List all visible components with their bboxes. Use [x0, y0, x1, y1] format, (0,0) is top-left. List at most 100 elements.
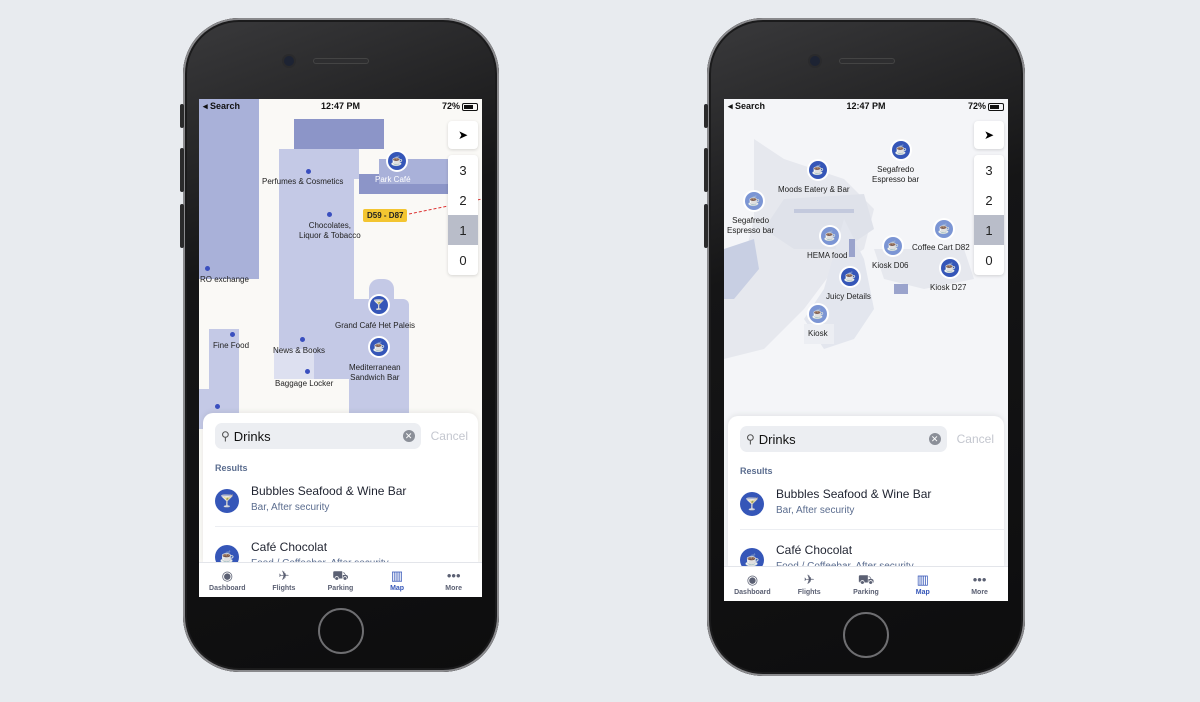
battery-icon: [462, 102, 478, 111]
home-button[interactable]: [318, 608, 364, 654]
battery-icon: [988, 102, 1004, 111]
poi-dot: [306, 169, 311, 174]
poi-label-kiosk[interactable]: Kiosk: [808, 329, 828, 339]
plane-icon: ✈: [803, 571, 815, 587]
divider: [740, 529, 1004, 530]
coffee-cup-icon[interactable]: ☕: [884, 237, 902, 255]
tab-dashboard[interactable]: ◉ Dashboard: [724, 567, 781, 601]
poi-label-perfumes[interactable]: Perfumes & Cosmetics: [262, 177, 343, 187]
poi-label-hema[interactable]: HEMA food: [807, 251, 847, 261]
volume-down-button: [704, 204, 708, 248]
gate-range-tag[interactable]: D59 - D87: [363, 209, 408, 222]
tab-map[interactable]: ▥ Map: [894, 567, 951, 601]
poi-label-mediterranean[interactable]: Mediterranean Sandwich Bar: [349, 363, 401, 383]
building-block: [279, 149, 359, 179]
poi-label-kiosk-d27[interactable]: Kiosk D27: [930, 283, 966, 293]
result-title: Bubbles Seafood & Wine Bar: [776, 487, 932, 501]
car-icon: ⛟: [332, 567, 349, 583]
location-arrow-icon: ➤: [457, 128, 469, 142]
screen: Perfumes & Cosmetics ☕ Park Café D59 - D…: [199, 99, 482, 597]
floor-button-1[interactable]: 1: [974, 215, 1004, 245]
result-title: Café Chocolat: [776, 543, 853, 557]
coffee-cup-icon[interactable]: ☕: [892, 141, 910, 159]
floor-button-2[interactable]: 2: [448, 185, 478, 215]
coffee-cup-icon[interactable]: ☕: [821, 227, 839, 245]
floor-selector[interactable]: 3 2 1 0: [974, 155, 1004, 275]
coffee-cup-icon[interactable]: ☕: [745, 192, 763, 210]
result-item[interactable]: 🍸 Bubbles Seafood & Wine Bar Bar, After …: [740, 480, 1004, 530]
tab-bar: ◉ Dashboard ✈ Flights ⛟ Parking ▥ Map ••• Mor…: [724, 566, 1008, 601]
floor-button-3[interactable]: 3: [448, 155, 478, 185]
earpiece-speaker: [839, 58, 895, 64]
floor-button-0[interactable]: 0: [448, 245, 478, 275]
poi-label-baggage[interactable]: Baggage Locker: [275, 379, 333, 389]
result-item[interactable]: 🍸 Bubbles Seafood & Wine Bar Bar, After …: [215, 477, 478, 527]
cancel-button[interactable]: Cancel: [431, 429, 468, 443]
floor-button-0[interactable]: 0: [974, 245, 1004, 275]
coffee-cup-icon[interactable]: ☕: [941, 259, 959, 277]
poi-label-park-cafe[interactable]: Park Café: [375, 175, 411, 185]
status-battery: 72%: [442, 101, 478, 111]
floor-button-3[interactable]: 3: [974, 155, 1004, 185]
tab-map[interactable]: ▥ Map: [369, 563, 426, 597]
floor-selector[interactable]: 3 2 1 0: [448, 155, 478, 275]
search-icon: ⚲: [221, 429, 230, 443]
tab-flights[interactable]: ✈ Flights: [256, 563, 313, 597]
coffee-cup-icon[interactable]: ☕: [809, 305, 827, 323]
floor-button-2[interactable]: 2: [974, 185, 1004, 215]
search-row: ⚲ Drinks ✕ Cancel: [215, 423, 468, 449]
floor-button-1[interactable]: 1: [448, 215, 478, 245]
cocktail-icon[interactable]: 🍸: [370, 296, 388, 314]
tab-bar: ◉ Dashboard ✈ Flights ⛟ Parking ▥ Map ••• Mor…: [199, 562, 482, 597]
coffee-cup-icon[interactable]: ☕: [370, 338, 388, 356]
locate-me-button[interactable]: ➤: [974, 121, 1004, 149]
poi-dot: [327, 212, 332, 217]
poi-label-moods[interactable]: Moods Eatery & Bar: [778, 185, 850, 195]
more-dots-icon: •••: [972, 571, 987, 587]
coffee-cup-icon[interactable]: ☕: [935, 220, 953, 238]
search-input[interactable]: ⚲ Drinks ✕: [740, 426, 947, 452]
clear-icon[interactable]: ✕: [402, 430, 415, 442]
poi-label-exchange[interactable]: RO exchange: [200, 275, 249, 285]
coffee-cup-icon[interactable]: ☕: [388, 152, 406, 170]
coffee-cup-icon[interactable]: ☕: [841, 268, 859, 286]
map-icon: ▥: [390, 567, 404, 583]
cancel-button[interactable]: Cancel: [957, 432, 994, 446]
tab-dashboard[interactable]: ◉ Dashboard: [199, 563, 256, 597]
tab-parking[interactable]: ⛟ Parking: [312, 563, 369, 597]
poi-label-coffee-cart[interactable]: Coffee Cart D82: [912, 243, 970, 253]
home-button[interactable]: [843, 612, 889, 658]
poi-label-fine-food[interactable]: Fine Food: [213, 341, 249, 351]
status-bar: ◂ Search 12:47 PM 72%: [199, 99, 482, 113]
cocktail-icon: 🍸: [740, 492, 764, 516]
poi-label-segafredo-top[interactable]: Segafredo Espresso bar: [872, 165, 919, 185]
clear-icon[interactable]: ✕: [928, 433, 941, 445]
map-icon: ▥: [916, 571, 929, 587]
status-time: 12:47 PM: [846, 101, 886, 111]
poi-label-news[interactable]: News & Books: [273, 346, 325, 356]
poi-label-segafredo-left[interactable]: Segafredo Espresso bar: [727, 216, 774, 236]
status-time: 12:47 PM: [320, 101, 361, 111]
search-query[interactable]: Drinks: [759, 432, 929, 447]
mute-switch: [180, 104, 184, 128]
poi-dot: [305, 369, 310, 374]
poi-dot: [230, 332, 235, 337]
search-query[interactable]: Drinks: [234, 429, 403, 444]
poi-label-chocolates[interactable]: Chocolates, Liquor & Tobacco: [299, 221, 361, 241]
coffee-cup-icon[interactable]: ☕: [809, 161, 827, 179]
tab-flights[interactable]: ✈ Flights: [781, 567, 838, 601]
tab-more[interactable]: ••• More: [425, 563, 482, 597]
poi-label-juicy[interactable]: Juicy Details: [826, 292, 871, 302]
volume-down-button: [180, 204, 184, 248]
result-subtitle: Bar, After security: [251, 502, 330, 513]
tab-more[interactable]: ••• More: [951, 567, 1008, 601]
poi-label-grand-cafe[interactable]: Grand Café Het Paleis: [335, 321, 415, 331]
poi-label-kiosk-d06[interactable]: Kiosk D06: [872, 261, 908, 271]
locate-me-button[interactable]: ➤: [448, 121, 478, 149]
car-icon: ⛟: [857, 571, 875, 587]
cocktail-icon: 🍸: [215, 489, 239, 513]
tab-parking[interactable]: ⛟ Parking: [838, 567, 895, 601]
search-input[interactable]: ⚲ Drinks ✕: [215, 423, 421, 449]
result-subtitle: Bar, After security: [776, 505, 855, 516]
divider: [215, 526, 478, 527]
